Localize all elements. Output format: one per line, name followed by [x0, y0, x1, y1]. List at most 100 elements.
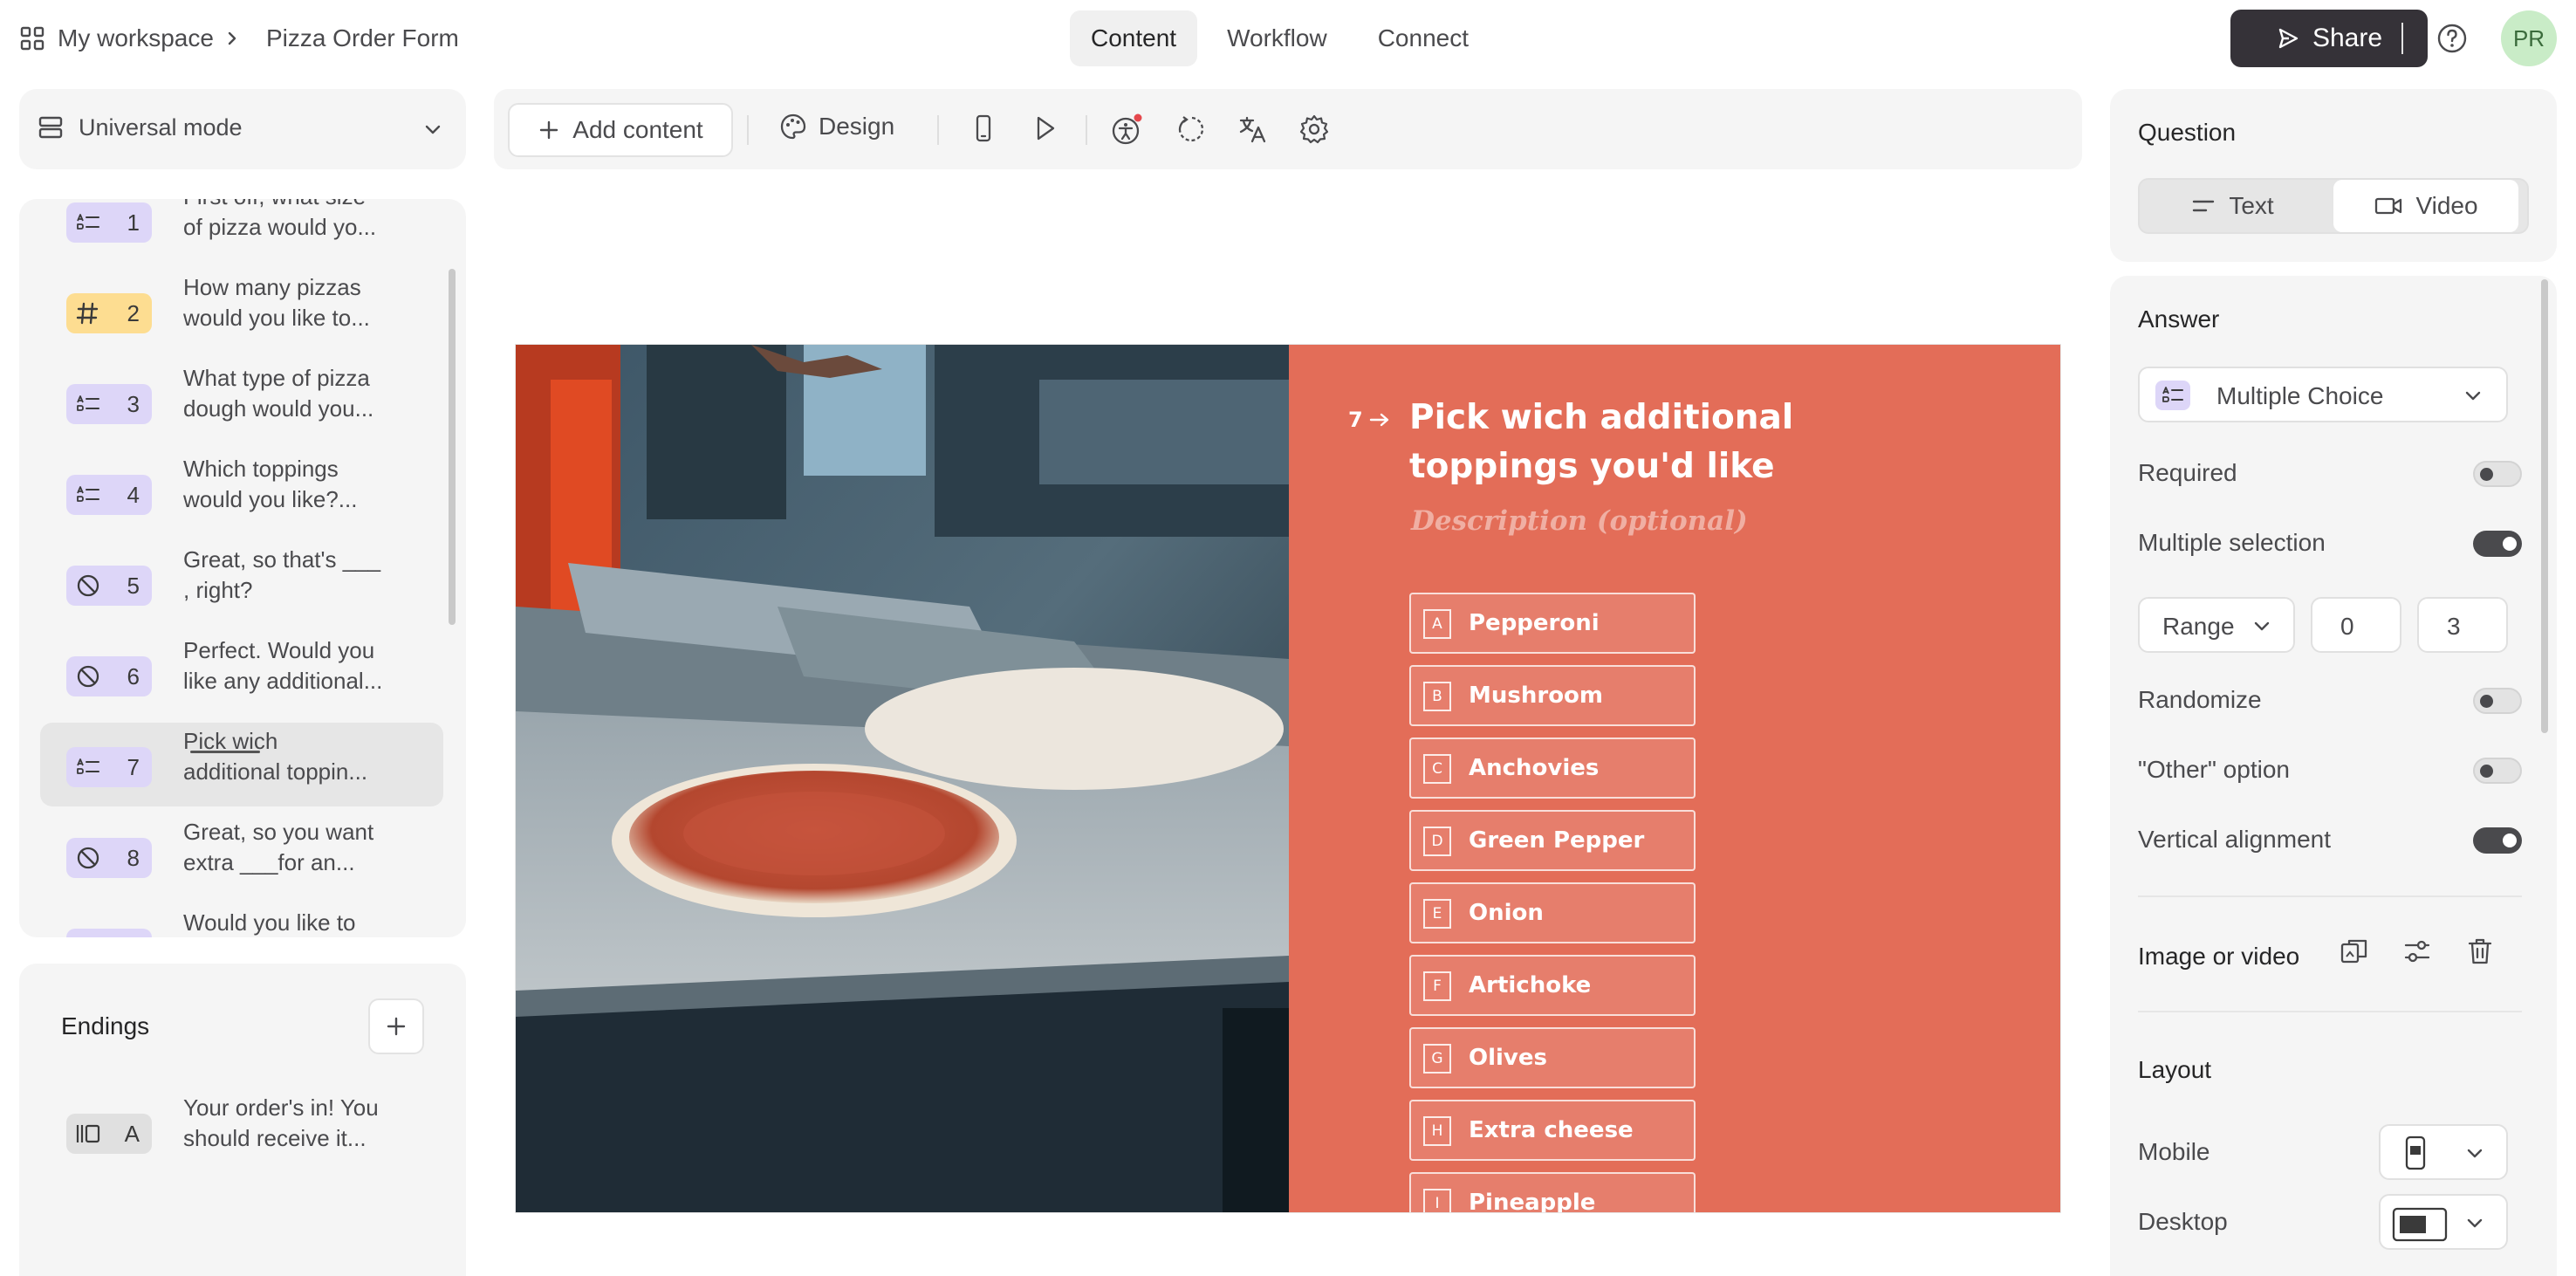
tab-content[interactable]: Content: [1070, 10, 1198, 66]
toolbar-divider: [747, 115, 749, 145]
ending-text: Your order's in! You should receive it..…: [183, 1094, 379, 1151]
plus-icon: [387, 1017, 406, 1036]
chevron-down-icon: [2464, 1145, 2485, 1163]
choice-label: Green Pepper: [1469, 827, 1645, 854]
range-max-input[interactable]: 3: [2417, 597, 2508, 653]
layout-heading: Layout: [2138, 1056, 2212, 1083]
choice-option[interactable]: F Artichoke: [1409, 955, 1696, 1016]
top-divider: [2401, 23, 2403, 54]
choice-option[interactable]: E Onion: [1409, 882, 1696, 943]
range-min-input[interactable]: 0: [2311, 597, 2401, 653]
multiple-selection-toggle[interactable]: [2473, 531, 2522, 557]
range-select[interactable]: Range: [2138, 597, 2295, 653]
text-option-button[interactable]: Text: [2140, 180, 2325, 232]
vertical-alignment-setting: Vertical alignment: [2138, 822, 2522, 857]
question-list-item[interactable]: 5 Great, so that's ___ , right?: [40, 541, 443, 625]
choice-option[interactable]: D Green Pepper: [1409, 810, 1696, 871]
breadcrumb-form-name[interactable]: Pizza Order Form: [266, 24, 459, 52]
play-icon[interactable]: [1030, 113, 1059, 143]
share-button[interactable]: Share: [2230, 10, 2428, 67]
question-list-panel: 1 First off, what size of pizza would yo.…: [19, 199, 466, 937]
help-icon[interactable]: [2435, 21, 2470, 56]
palette-icon: [780, 113, 806, 140]
scrollbar[interactable]: [2541, 279, 2548, 733]
question-list-item[interactable]: 6 Perfect. Would you like any additional.…: [40, 632, 443, 716]
resize-handle[interactable]: [190, 751, 260, 753]
choice-key: A: [1423, 609, 1451, 639]
question-title[interactable]: Pick wich additional toppings you'd like: [1409, 394, 1898, 491]
apps-grid-icon[interactable]: [19, 25, 45, 51]
scrollbar[interactable]: [449, 269, 456, 625]
image-or-video-label: Image or video: [2138, 943, 2300, 970]
answer-type-select[interactable]: Multiple Choice: [2138, 367, 2508, 422]
multiple-selection-label: Multiple selection: [2138, 529, 2326, 556]
choice-option[interactable]: G Olives: [1409, 1027, 1696, 1088]
mobile-layout-select[interactable]: [2379, 1124, 2508, 1180]
ending-item[interactable]: A Your order's in! You should receive it…: [40, 1089, 443, 1173]
question-number: 6: [127, 662, 140, 689]
choice-label: Mushroom: [1469, 683, 1604, 709]
question-list-item[interactable]: 1 First off, what size of pizza would yo.…: [40, 199, 443, 262]
vertical-alignment-label: Vertical alignment: [2138, 826, 2332, 853]
question-heading: Question: [2138, 119, 2237, 146]
mobile-layout-icon: [2405, 1135, 2426, 1170]
choice-key: I: [1423, 1189, 1451, 1212]
media-settings-icon[interactable]: [2401, 936, 2433, 967]
logic-icon[interactable]: [1175, 113, 1206, 145]
section-divider: [2138, 895, 2522, 897]
question-text: How many pizzas would you like to...: [183, 274, 370, 331]
tab-connect[interactable]: Connect: [1357, 10, 1490, 66]
trash-icon[interactable]: [2464, 936, 2496, 967]
breadcrumb-workspace[interactable]: My workspace: [58, 24, 214, 52]
accessibility-icon[interactable]: [1110, 113, 1145, 148]
tab-workflow[interactable]: Workflow: [1206, 10, 1348, 66]
question-list-item[interactable]: 2 How many pizzas would you like to...: [40, 269, 443, 353]
no-answer-icon: [75, 936, 101, 937]
multiple-choice-icon: [75, 394, 101, 415]
choice-option[interactable]: I Pineapple: [1409, 1172, 1696, 1212]
avatar[interactable]: PR: [2501, 10, 2557, 66]
randomize-toggle[interactable]: [2473, 688, 2522, 714]
endings-panel: Endings A Your order's in! You should re…: [19, 964, 466, 1276]
other-option-label: "Other" option: [2138, 756, 2290, 783]
vertical-alignment-toggle[interactable]: [2473, 827, 2522, 854]
required-toggle[interactable]: [2473, 461, 2522, 487]
add-ending-button[interactable]: [368, 998, 424, 1054]
question-number: 2: [127, 299, 140, 326]
question-badge: 4: [66, 475, 152, 515]
question-number: 9: [127, 936, 140, 938]
question-type-toggle: Text Video: [2138, 178, 2529, 234]
question-list-item[interactable]: 8 Great, so you want extra ___for an...: [40, 813, 443, 897]
choice-option[interactable]: C Anchovies: [1409, 737, 1696, 799]
question-list-item[interactable]: 4 Which toppings would you like?...: [40, 450, 443, 534]
toolbar-divider: [1086, 115, 1087, 145]
other-option-toggle[interactable]: [2473, 758, 2522, 784]
no-answer-icon: [75, 845, 101, 871]
replace-media-icon[interactable]: [2339, 936, 2370, 967]
translate-icon[interactable]: [1237, 113, 1269, 145]
video-option-button[interactable]: Video: [2333, 180, 2518, 232]
question-list-item[interactable]: 7 Pick wich additional toppin...: [40, 723, 443, 806]
choice-option[interactable]: H Extra cheese: [1409, 1100, 1696, 1161]
send-icon: [2276, 26, 2300, 51]
mode-selector[interactable]: Universal mode: [19, 89, 466, 169]
chevron-down-icon: [2463, 388, 2484, 405]
question-number: 4: [127, 481, 140, 508]
question-badge: 6: [66, 656, 152, 696]
design-button[interactable]: Design: [778, 112, 894, 141]
desktop-layout-select[interactable]: [2379, 1194, 2508, 1250]
choice-option[interactable]: B Mushroom: [1409, 665, 1696, 726]
settings-gear-icon[interactable]: [1298, 113, 1330, 145]
choice-key: C: [1423, 754, 1451, 784]
no-answer-icon: [75, 573, 101, 599]
design-label: Design: [819, 113, 895, 140]
question-number: 8: [127, 844, 140, 871]
mobile-preview-icon[interactable]: [969, 113, 998, 143]
ending-badge: A: [66, 1114, 152, 1154]
question-list-item[interactable]: 3 What type of pizza dough would you...: [40, 360, 443, 443]
question-description[interactable]: Description (optional): [1411, 505, 1748, 537]
choice-option[interactable]: A Pepperoni: [1409, 593, 1696, 654]
choice-key: H: [1423, 1116, 1451, 1146]
add-content-button[interactable]: Add content: [508, 103, 733, 157]
question-list-item[interactable]: 9 Would you like to: [40, 904, 443, 937]
